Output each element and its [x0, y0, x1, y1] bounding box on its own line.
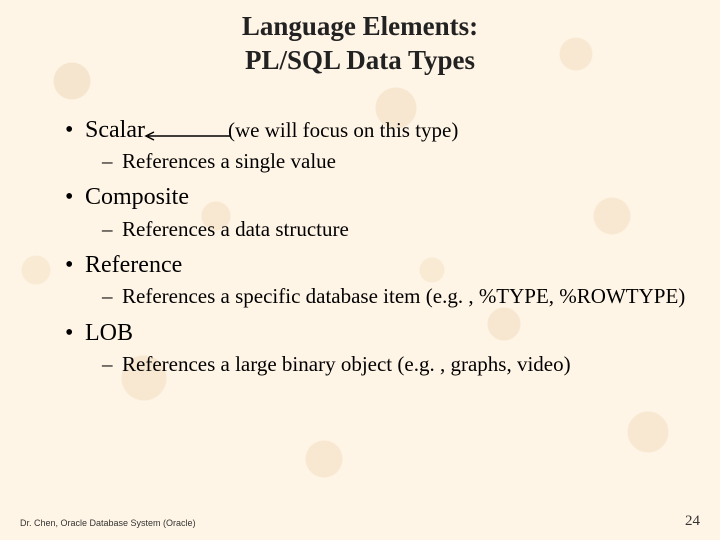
footer-author: Dr. Chen, Oracle Database System (Oracle…	[20, 518, 196, 528]
slide-title: Language Elements: PL/SQL Data Types	[0, 0, 720, 78]
sub-composite: –References a data structure	[30, 216, 690, 243]
title-line-2: PL/SQL Data Types	[0, 44, 720, 78]
bullet-lob: •LOB	[30, 317, 690, 349]
composite-label: Composite	[85, 184, 189, 210]
bullet-dot-icon: •	[65, 249, 85, 281]
sub-lob: –References a large binary object (e.g. …	[30, 351, 690, 378]
sub-scalar: –References a single value	[30, 148, 690, 175]
sub-reference: –References a specific database item (e.…	[30, 283, 690, 310]
scalar-label: Scalar	[85, 117, 145, 143]
dash-icon: –	[102, 148, 122, 175]
lob-label: LOB	[85, 320, 133, 346]
scalar-annotation: (we will focus on this type)	[228, 118, 458, 143]
composite-sub: References a data structure	[122, 217, 349, 241]
scalar-sub: References a single value	[122, 149, 336, 173]
bullet-reference: •Reference	[30, 249, 690, 281]
dash-icon: –	[102, 216, 122, 243]
slide: Language Elements: PL/SQL Data Types (we…	[0, 0, 720, 540]
title-line-1: Language Elements:	[0, 10, 720, 44]
bullet-dot-icon: •	[65, 181, 85, 213]
reference-sub: References a specific database item (e.g…	[122, 284, 685, 308]
dash-icon: –	[102, 351, 122, 378]
reference-label: Reference	[85, 252, 182, 278]
bullet-composite: •Composite	[30, 181, 690, 213]
bullet-dot-icon: •	[65, 114, 85, 146]
slide-body: (we will focus on this type) •Scalar –Re…	[0, 78, 720, 379]
lob-sub: References a large binary object (e.g. ,…	[122, 352, 571, 376]
page-number: 24	[685, 513, 700, 530]
dash-icon: –	[102, 283, 122, 310]
bullet-dot-icon: •	[65, 317, 85, 349]
